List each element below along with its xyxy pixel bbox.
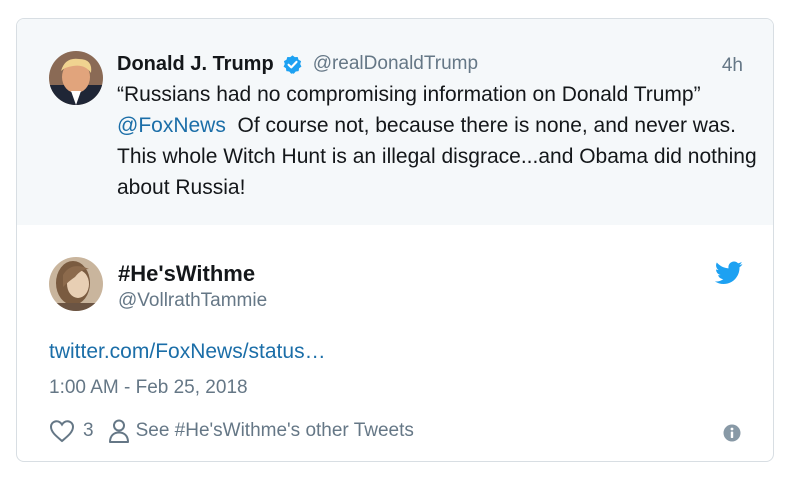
verified-badge-icon: [282, 54, 303, 75]
tweet-timestamp[interactable]: 1:00 AM - Feb 25, 2018: [49, 377, 248, 399]
author-handle[interactable]: @VollrathTammie: [118, 290, 267, 312]
info-icon[interactable]: [723, 424, 741, 442]
person-icon[interactable]: [108, 418, 130, 444]
like-count: 3: [83, 420, 94, 441]
quoted-tweet-time[interactable]: 4h: [722, 55, 743, 77]
heart-icon[interactable]: [49, 419, 75, 443]
author-name[interactable]: #He'sWithme: [118, 261, 255, 287]
see-other-tweets-link[interactable]: See #He'sWithme's other Tweets: [136, 420, 414, 442]
tweet-actions: 3 See #He'sWithme's other Tweets: [49, 417, 414, 445]
quoted-tweet-text: “Russians had no compromising informatio…: [117, 79, 757, 203]
quoted-author-avatar[interactable]: [49, 51, 103, 105]
quoted-author-name[interactable]: Donald J. Trump: [117, 53, 274, 76]
quoted-text-line1: “Russians had no compromising informatio…: [117, 83, 701, 106]
quoted-author-handle[interactable]: @realDonaldTrump: [313, 53, 478, 75]
twitter-bird-icon[interactable]: [714, 261, 743, 285]
tweet-link[interactable]: twitter.com/FoxNews/status…: [49, 340, 326, 364]
embedded-tweet-card: Donald J. Trump @realDonaldTrump 4h “Rus…: [16, 18, 774, 462]
mention-link[interactable]: @FoxNews: [117, 114, 226, 137]
quoted-tweet[interactable]: Donald J. Trump @realDonaldTrump 4h “Rus…: [17, 19, 773, 225]
quoted-tweet-header: Donald J. Trump @realDonaldTrump: [117, 49, 478, 79]
author-avatar[interactable]: [49, 257, 103, 311]
